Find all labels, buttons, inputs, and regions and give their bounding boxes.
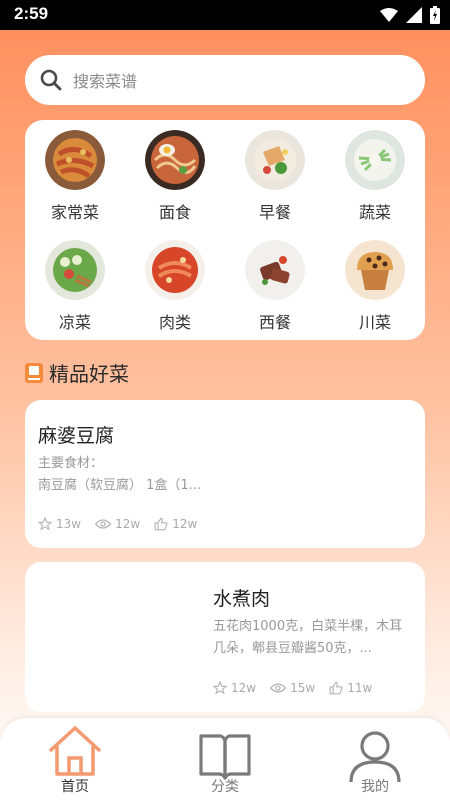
category-label: 肉类 [158, 313, 191, 332]
views-stat: 15w [270, 681, 315, 695]
category-label: 早餐 [258, 203, 291, 222]
signal-icon [406, 7, 422, 23]
views-count: 12w [115, 517, 141, 531]
recipe-title: 水煮肉 [213, 588, 271, 610]
bottom-nav: 首页 分类 我的 [0, 718, 450, 800]
search-icon [40, 69, 62, 91]
steak-plate-icon [245, 240, 305, 300]
category-label: 家常菜 [50, 203, 99, 222]
category-grid: 家常菜 面食 早餐 蔬菜 凉菜 肉类 西餐 川菜 [25, 120, 425, 340]
recipe-stats: 13w 12w 12w [38, 517, 211, 531]
thumbs-up-icon [154, 517, 168, 531]
nav-label: 首页 [61, 779, 89, 795]
ingredients-text: 南豆腐（软豆腐） 1盒（1... [38, 478, 202, 493]
nav-label: 分类 [211, 779, 239, 795]
favorites-count: 13w [56, 517, 82, 531]
thumbs-up-icon [329, 681, 343, 695]
favorites-stat: 13w [38, 517, 81, 531]
category-label: 川菜 [358, 313, 391, 332]
book-icon [25, 362, 43, 383]
nav-home[interactable]: 首页 [25, 724, 125, 798]
battery-icon [430, 6, 440, 24]
category-item[interactable]: 面食 [125, 120, 225, 230]
status-icons [380, 6, 440, 24]
noodle-bowl-icon [145, 130, 205, 190]
breakfast-plate-icon [245, 130, 305, 190]
search-bar[interactable]: 搜索菜谱 [25, 55, 425, 105]
category-item[interactable]: 早餐 [225, 120, 325, 230]
favorites-count: 12w [231, 681, 257, 695]
category-item[interactable]: 肉类 [125, 230, 225, 340]
nav-category[interactable]: 分类 [175, 724, 275, 798]
section-title: 精品好菜 [49, 362, 129, 386]
recipe-card[interactable]: 麻婆豆腐 主要食材： 南豆腐（软豆腐） 1盒（1... 13w 12w 12w [25, 400, 425, 548]
home-icon [49, 726, 101, 776]
meat-stew-icon [145, 240, 205, 300]
wifi-icon [380, 8, 398, 22]
ingredients-text: 五花肉1000克，白菜半棵，木耳几朵，郫县豆瓣酱50克，... [213, 619, 403, 656]
nav-label: 我的 [361, 779, 389, 795]
category-item[interactable]: 蔬菜 [325, 120, 425, 230]
category-label: 面食 [158, 203, 191, 222]
category-item[interactable]: 川菜 [325, 230, 425, 340]
category-item[interactable]: 家常菜 [25, 120, 125, 230]
eye-icon [95, 519, 112, 529]
favorites-stat: 12w [213, 681, 256, 695]
status-bar: 2:59 [0, 0, 450, 30]
category-item[interactable]: 凉菜 [25, 230, 125, 340]
vegetable-dish-icon [345, 130, 405, 190]
likes-stat: 11w [329, 681, 372, 695]
ingredients-label: 主要食材： [38, 456, 104, 471]
stir-fry-dish-icon [45, 130, 105, 190]
category-label: 蔬菜 [358, 203, 391, 222]
views-count: 15w [290, 681, 316, 695]
star-icon [213, 681, 227, 695]
search-input[interactable]: 搜索菜谱 [73, 68, 137, 92]
recipe-title: 麻婆豆腐 [38, 425, 115, 447]
category-label: 凉菜 [58, 313, 91, 332]
status-time: 2:59 [14, 4, 49, 23]
category-item[interactable]: 西餐 [225, 230, 325, 340]
category-label: 西餐 [258, 313, 291, 332]
muffin-icon [345, 240, 405, 300]
cold-salad-icon [45, 240, 105, 300]
eye-icon [270, 683, 287, 693]
recipe-card[interactable]: 水煮肉 五花肉1000克，白菜半棵，木耳几朵，郫县豆瓣酱50克，... 12w … [25, 562, 425, 712]
nav-profile[interactable]: 我的 [325, 724, 425, 798]
likes-stat: 12w [154, 517, 197, 531]
recipe-stats: 12w 15w 11w [213, 681, 386, 695]
section-header: 精品好菜 [25, 358, 129, 387]
likes-count: 12w [172, 517, 198, 531]
recipe-image-placeholder [37, 574, 205, 700]
views-stat: 12w [95, 517, 140, 531]
star-icon [38, 517, 52, 531]
likes-count: 11w [347, 681, 373, 695]
